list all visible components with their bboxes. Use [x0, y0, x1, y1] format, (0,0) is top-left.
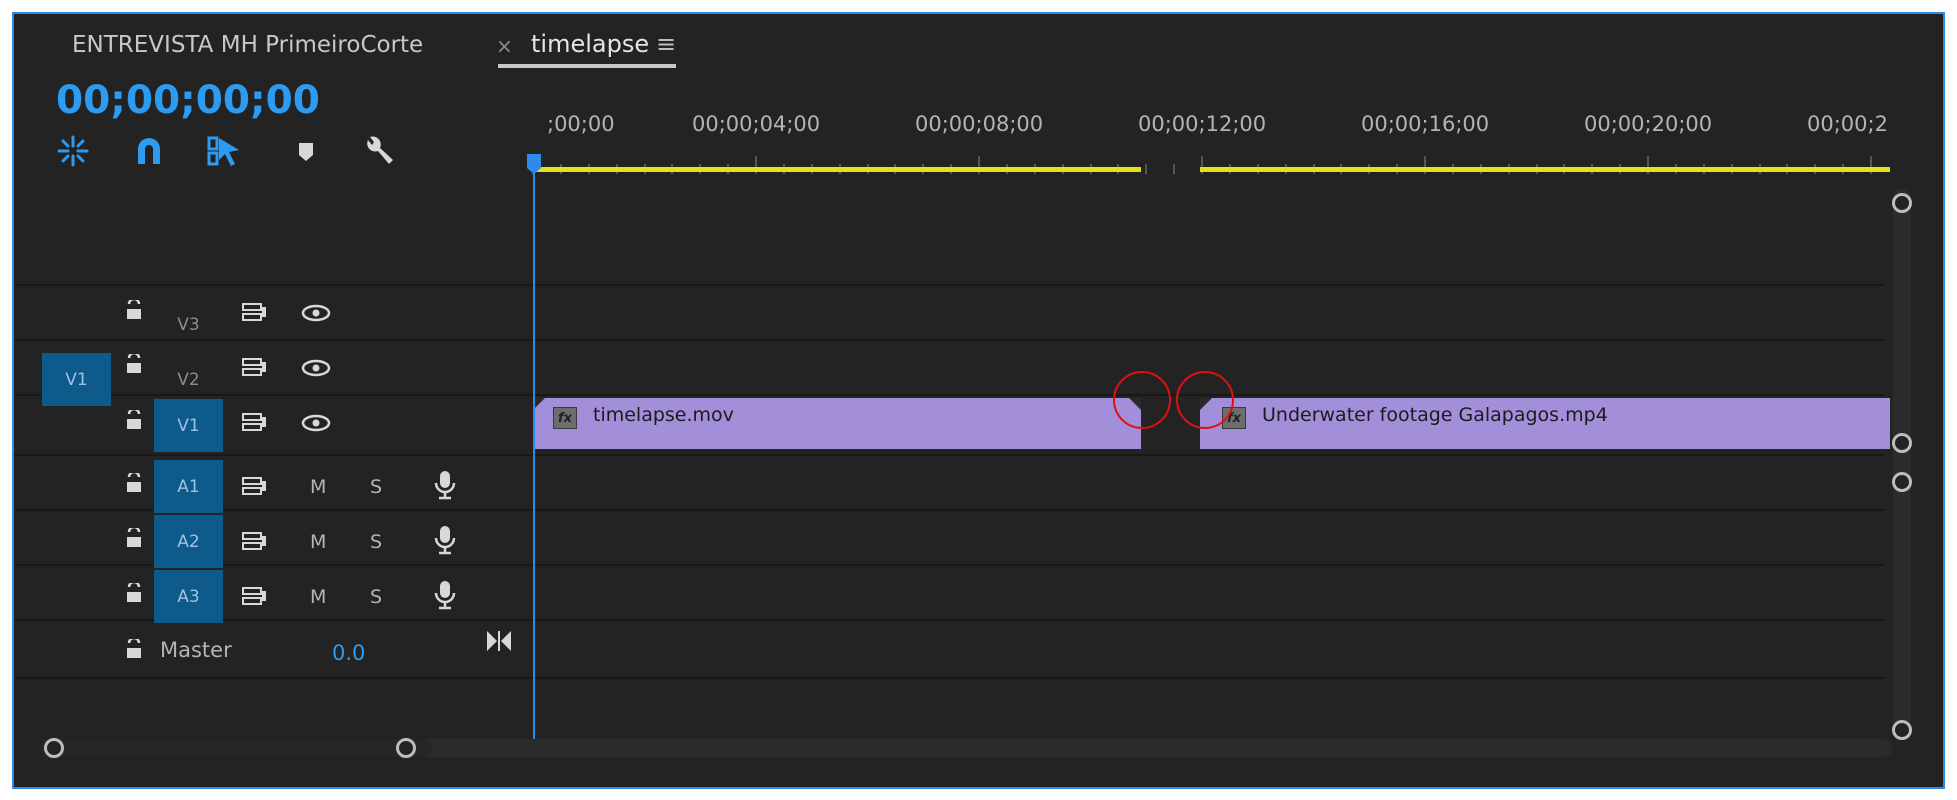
ruler-label: 00;00;20;00 — [1584, 112, 1713, 136]
zoom-handle-left[interactable] — [44, 738, 64, 758]
ruler-label: 00;00;16;00 — [1361, 112, 1490, 136]
sync-lock-icon[interactable] — [242, 586, 268, 611]
eye-icon[interactable] — [301, 304, 331, 327]
lock-icon[interactable] — [124, 407, 144, 435]
rendered-bar-segment — [533, 167, 1141, 172]
sync-lock-icon[interactable] — [242, 302, 268, 327]
panel-menu-icon[interactable]: ≡ — [656, 30, 676, 58]
tab-entrevista-sequence[interactable]: ENTREVISTA MH PrimeiroCorte — [72, 32, 423, 58]
ruler-ticks — [532, 156, 1872, 174]
lock-icon[interactable] — [124, 297, 144, 325]
clip-underwater-galapagos[interactable]: fx Underwater footage Galapagos.mp4 — [1200, 398, 1890, 449]
mute-button[interactable]: M — [310, 531, 326, 553]
track-divider — [14, 509, 1884, 511]
track-divider — [14, 339, 1884, 341]
source-patch-v1[interactable]: V1 — [42, 353, 111, 406]
ruler-label: 00;00;08;00 — [915, 112, 1044, 136]
lock-icon[interactable] — [124, 470, 144, 498]
mute-button[interactable]: M — [310, 586, 326, 608]
solo-button[interactable]: S — [370, 531, 382, 553]
clip-corner-icon — [533, 398, 545, 410]
ruler-label: 00;00;04;00 — [692, 112, 821, 136]
master-track-label: Master — [160, 638, 232, 662]
timeline-panel: ENTREVISTA MH PrimeiroCorte × timelapse … — [12, 12, 1945, 789]
track-target-a1[interactable]: A1 — [154, 460, 223, 513]
go-to-edit-point-icon[interactable] — [486, 630, 512, 657]
playhead-line — [533, 164, 535, 747]
microphone-icon[interactable] — [434, 525, 456, 560]
master-volume-value[interactable]: 0.0 — [332, 641, 365, 665]
clip-timelapse[interactable]: fx timelapse.mov — [533, 398, 1141, 449]
vertical-scrollbar[interactable] — [1893, 189, 1911, 729]
zoom-handle-right[interactable] — [396, 738, 416, 758]
annotation-circle — [1113, 371, 1171, 429]
eye-icon[interactable] — [301, 414, 331, 437]
clip-name: Underwater footage Galapagos.mp4 — [1262, 404, 1608, 426]
annotation-circle — [1176, 371, 1234, 429]
track-divider — [14, 677, 1884, 679]
audio-zoom-handle[interactable] — [1892, 472, 1912, 492]
lock-icon[interactable] — [124, 580, 144, 608]
horizontal-scroll-thumb[interactable] — [42, 739, 432, 757]
track-target-v1[interactable]: V1 — [154, 399, 223, 452]
lock-icon[interactable] — [124, 351, 144, 379]
clip-name: timelapse.mov — [593, 404, 734, 426]
active-tab-indicator — [498, 64, 676, 68]
track-divider — [14, 564, 1884, 566]
snap-magnet-icon[interactable] — [132, 134, 166, 168]
ruler-label: 00;00;12;00 — [1138, 112, 1267, 136]
sync-lock-icon[interactable] — [242, 531, 268, 556]
track-divider — [14, 394, 1884, 396]
wrench-settings-icon[interactable] — [362, 134, 396, 168]
mute-button[interactable]: M — [310, 476, 326, 498]
add-marker-icon[interactable] — [289, 134, 323, 168]
track-divider — [14, 284, 1884, 286]
track-target-v3[interactable]: V3 — [154, 298, 223, 351]
track-target-a2[interactable]: A2 — [154, 515, 223, 568]
fx-badge: fx — [553, 407, 577, 429]
eye-icon[interactable] — [301, 359, 331, 382]
track-target-a3[interactable]: A3 — [154, 570, 223, 623]
tab-close-icon[interactable]: × — [496, 34, 513, 58]
microphone-icon[interactable] — [434, 470, 456, 505]
audio-zoom-handle[interactable] — [1892, 720, 1912, 740]
time-ruler[interactable]: ;00;00 00;00;04;00 00;00;08;00 00;00;12;… — [532, 112, 1898, 184]
video-zoom-handle[interactable] — [1892, 193, 1912, 213]
lock-icon[interactable] — [124, 636, 144, 664]
lock-icon[interactable] — [124, 525, 144, 553]
playhead-timecode[interactable]: 00;00;00;00 — [56, 78, 320, 123]
sync-lock-icon[interactable] — [242, 412, 268, 437]
nest-sequence-icon[interactable] — [56, 134, 90, 168]
microphone-icon[interactable] — [434, 580, 456, 615]
track-divider — [14, 454, 1884, 456]
linked-selection-icon[interactable] — [207, 134, 241, 168]
track-divider — [14, 619, 1884, 621]
video-zoom-handle[interactable] — [1892, 433, 1912, 453]
ruler-label: 00;00;2 — [1807, 112, 1888, 136]
tab-timelapse-sequence[interactable]: timelapse — [531, 30, 649, 58]
rendered-bar-segment — [1200, 167, 1890, 172]
ruler-label: ;00;00 — [547, 112, 615, 136]
sync-lock-icon[interactable] — [242, 357, 268, 382]
solo-button[interactable]: S — [370, 586, 382, 608]
solo-button[interactable]: S — [370, 476, 382, 498]
sync-lock-icon[interactable] — [242, 476, 268, 501]
